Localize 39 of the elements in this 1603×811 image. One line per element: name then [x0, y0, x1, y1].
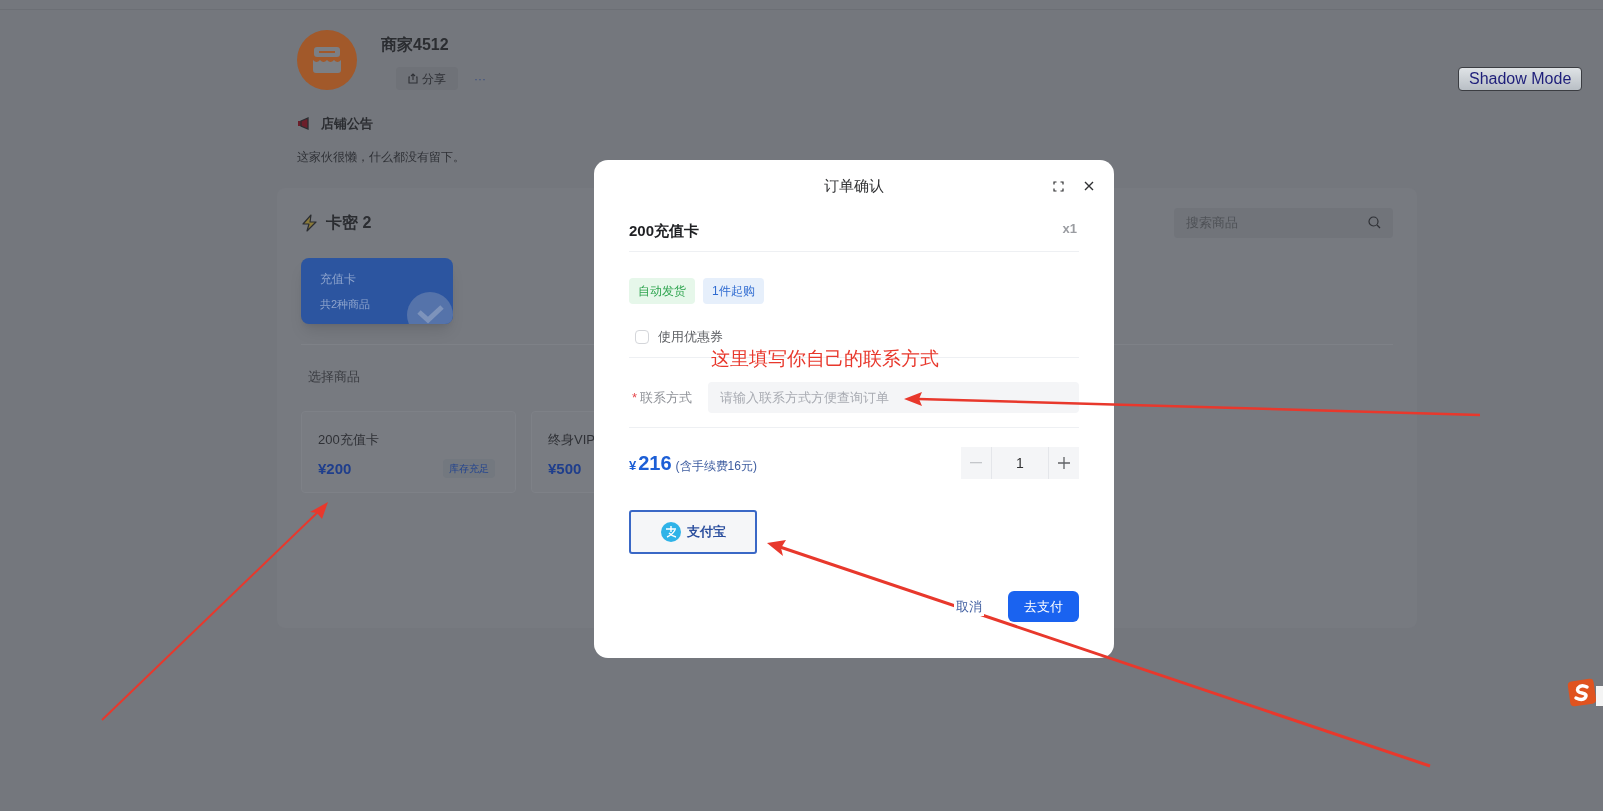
minus-icon [970, 462, 982, 464]
share-icon [408, 73, 418, 84]
dialog-title: 订单确认 [824, 175, 884, 196]
shadow-mode-button[interactable]: Shadow Mode [1458, 67, 1583, 91]
shop-name: 商家4512 [381, 35, 450, 55]
coupon-label: 使用优惠券 [658, 328, 723, 347]
stock-badge: 库存充足 [443, 459, 495, 479]
notice-title: 店铺公告 [321, 115, 373, 133]
product-name: 200充值卡 [629, 221, 700, 242]
required-mark: * [632, 388, 638, 407]
currency-symbol: ¥ [629, 457, 637, 475]
tag: 自动发货 [629, 278, 695, 304]
annotation-text: 这里填写你自己的联系方式 [711, 349, 939, 368]
contact-label: 联系方式 [640, 388, 693, 407]
input-method-icon[interactable] [1567, 678, 1603, 708]
notice-text: 这家伙很懒，什么都没有留下。 [297, 148, 466, 166]
plus-icon [1058, 457, 1070, 469]
avatar-shop-icon [297, 30, 357, 90]
fullscreen-icon[interactable] [1053, 181, 1064, 192]
wallet-logo-icon [660, 522, 681, 542]
search-icon [1368, 216, 1381, 229]
coupon-checkbox[interactable] [635, 330, 649, 344]
close-icon[interactable] [1084, 181, 1094, 191]
quantity-input[interactable]: 1 [992, 447, 1048, 479]
catalog-title: 卡密 2 [326, 212, 372, 233]
quantity-stepper[interactable]: 1 [961, 447, 1079, 479]
product-price: ¥500 [548, 458, 582, 479]
total-amount: 216 [638, 451, 672, 476]
product-price: ¥200 [318, 458, 352, 479]
lightning-icon [301, 213, 318, 232]
fee-note: (含手续费16元) [675, 458, 757, 475]
quantity-text: x1 [1062, 220, 1077, 239]
payment-option[interactable]: 支付宝 [629, 510, 757, 554]
tag: 1件起购 [703, 278, 764, 304]
pay-button[interactable]: 去支付 [1008, 591, 1079, 622]
section-label: 选择商品 [308, 367, 360, 386]
contact-input[interactable]: 请输入联系方式方便查询订单 [708, 382, 1079, 413]
product-name: 200充值卡 [318, 431, 380, 449]
product-name: 终身VIP [548, 431, 596, 449]
